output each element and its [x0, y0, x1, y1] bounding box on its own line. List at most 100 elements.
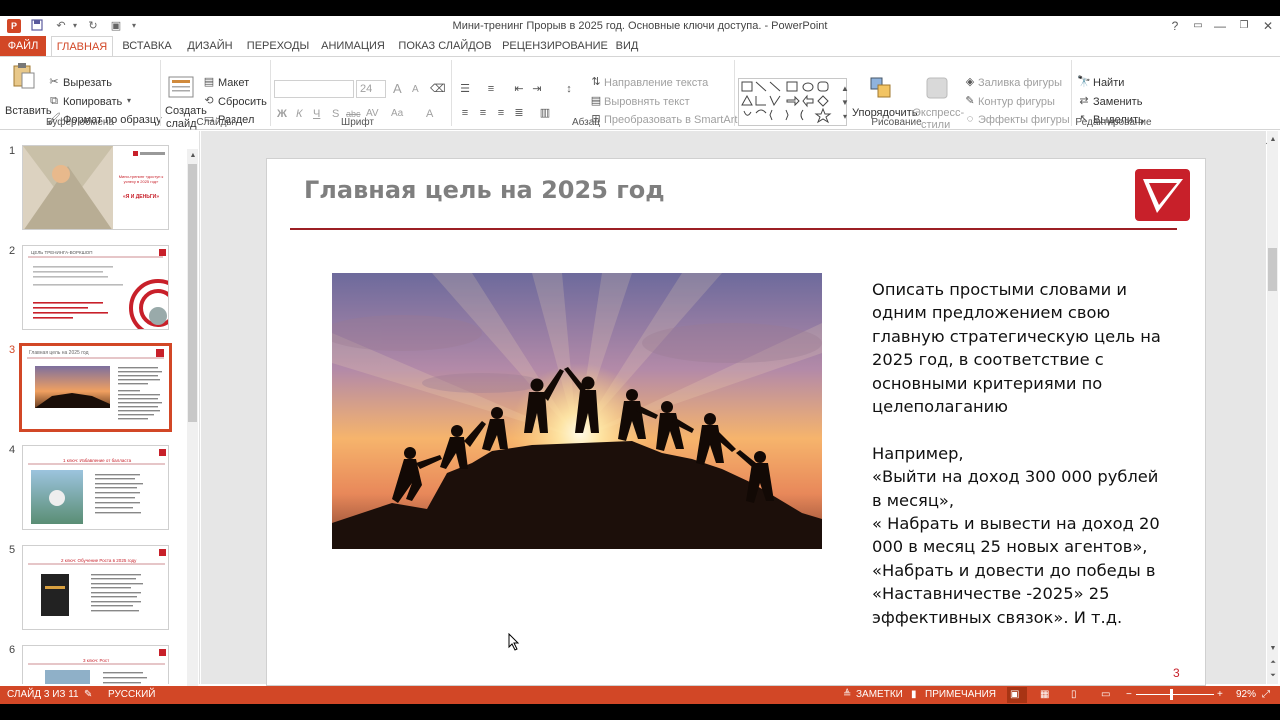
tab-design[interactable]: ДИЗАЙН — [182, 36, 238, 56]
zoom-in-icon[interactable]: + — [1217, 686, 1223, 704]
copy-dropdown-icon[interactable]: ▾ — [122, 94, 136, 108]
zoom-level[interactable]: 92% — [1236, 686, 1256, 704]
slide-scroll-down-icon[interactable]: ▼ — [1266, 642, 1280, 656]
tab-home[interactable]: ГЛАВНАЯ — [51, 36, 113, 56]
find-icon: 🔭 — [1077, 76, 1091, 88]
thumb1-heading: Мини-тренинг «доступ к успеху в 2025 год… — [118, 174, 164, 184]
slide-sorter-icon[interactable]: ▦ — [1040, 686, 1049, 704]
tab-view[interactable]: ВИД — [613, 36, 641, 56]
clear-formatting-icon[interactable]: ⌫ — [430, 82, 446, 96]
decrease-indent-icon[interactable]: ⇤ — [512, 82, 526, 96]
replace-button[interactable]: Заменить — [1093, 94, 1142, 110]
start-slideshow-icon[interactable]: ▣ — [109, 19, 123, 33]
ribbon-display-options-icon[interactable]: ▭ — [1186, 16, 1210, 36]
shrink-font-icon[interactable]: A — [412, 82, 419, 98]
slide-thumbnail-2[interactable]: ЦЕЛЬ ТРЕНИНГА-ВОРКШОП — [22, 245, 169, 330]
spellcheck-icon[interactable]: ✎ — [84, 686, 92, 704]
slide-scrollbar[interactable] — [1267, 131, 1278, 684]
language-indicator[interactable]: РУССКИЙ — [108, 686, 155, 704]
slide-thumbnail-5[interactable]: 2 ключ: Обучение Роста в 2025 году — [22, 545, 169, 630]
help-button[interactable]: ? — [1163, 16, 1187, 36]
numbering-icon[interactable]: ≡ — [484, 82, 498, 96]
line-spacing-icon[interactable]: ↕ — [562, 82, 576, 96]
tab-animation[interactable]: АНИМАЦИЯ — [317, 36, 389, 56]
thumb6-art — [28, 649, 166, 684]
zoom-slider-track[interactable] — [1136, 694, 1214, 695]
paste-icon[interactable] — [12, 62, 36, 90]
slide-thumbnail-6[interactable]: 3 ключ: Рост — [22, 645, 169, 684]
comments-icon: ▮ — [911, 689, 917, 700]
slide-scroll-up-icon[interactable]: ▲ — [1266, 133, 1280, 147]
text-direction-button[interactable]: Направление текста — [604, 75, 708, 91]
slide-thumbnail-4[interactable]: 1 ключ: Избавление от балласта — [22, 445, 169, 530]
thumbnails-scroll-up-icon[interactable]: ▲ — [186, 149, 200, 163]
slides-group-label: Слайды — [196, 117, 234, 128]
thumb-number: 6 — [9, 644, 16, 656]
slide-number: 3 — [1173, 666, 1180, 680]
tab-insert[interactable]: ВСТАВКА — [118, 36, 176, 56]
align-text-icon: ▤ — [590, 95, 602, 107]
undo-icon[interactable]: ↶ — [54, 19, 68, 33]
thumb1-caption: «Я И ДЕНЬГИ» — [122, 194, 160, 200]
shape-fill-button[interactable]: Заливка фигуры — [978, 75, 1062, 91]
gallery-scroll-up-icon[interactable]: ▲ — [838, 82, 852, 96]
comments-button[interactable]: ПРИМЕЧАНИЯ — [925, 686, 996, 704]
new-slide-icon[interactable] — [168, 76, 194, 98]
slide-scroll-thumb[interactable] — [1268, 248, 1277, 291]
tab-slideshow[interactable]: ПОКАЗ СЛАЙДОВ — [397, 36, 493, 56]
zoom-out-icon[interactable]: − — [1126, 686, 1132, 704]
font-family-field[interactable] — [274, 80, 354, 98]
find-button[interactable]: Найти — [1093, 75, 1124, 91]
reset-button[interactable]: Сбросить — [218, 94, 267, 110]
summit-silhouettes-image — [332, 273, 822, 549]
notes-button[interactable]: ЗАМЕТКИ — [856, 686, 903, 704]
previous-slide-icon[interactable]: ⏶ — [1266, 656, 1280, 670]
editing-group-label: Редактирование — [1075, 117, 1152, 128]
slide-body-text[interactable]: Описать простыми словами и одним предлож… — [872, 278, 1172, 629]
cut-button[interactable]: Вырезать — [63, 75, 112, 91]
thumbnails-scroll-thumb[interactable] — [188, 164, 197, 422]
undo-dropdown-icon[interactable]: ▾ — [68, 19, 82, 33]
copy-button[interactable]: Копировать — [63, 94, 122, 110]
arrange-icon[interactable] — [869, 76, 893, 100]
status-bar — [0, 686, 1280, 704]
zoom-slider-thumb[interactable] — [1170, 689, 1173, 700]
teamwork-photo[interactable] — [332, 273, 822, 549]
powerpoint-logo-icon[interactable]: P — [7, 19, 21, 33]
slide-title[interactable]: Главная цель на 2025 год — [304, 176, 665, 204]
increase-indent-icon[interactable]: ⇥ — [530, 82, 544, 96]
thumb5-art — [28, 549, 166, 616]
align-text-button[interactable]: Выровнять текст — [604, 94, 690, 110]
font-size-field[interactable]: 24 — [356, 80, 386, 98]
layout-icon: ▤ — [203, 76, 215, 88]
grow-font-icon[interactable]: A — [393, 81, 402, 97]
reset-icon: ⟲ — [204, 95, 214, 107]
close-icon[interactable]: ✕ — [1256, 16, 1280, 36]
minimize-icon[interactable]: — — [1208, 16, 1232, 36]
fit-to-window-icon[interactable]: ⤢ — [1262, 686, 1270, 704]
gallery-scroll-down-icon[interactable]: ▼ — [838, 96, 852, 110]
tab-review[interactable]: РЕЦЕНЗИРОВАНИЕ — [500, 36, 610, 56]
thumb-number-active: 3 — [9, 344, 16, 356]
customize-toolbar-icon[interactable]: ▾ — [127, 19, 141, 33]
next-slide-icon[interactable]: ⏷ — [1266, 669, 1280, 683]
layout-button[interactable]: Макет — [218, 75, 249, 91]
shape-outline-button[interactable]: Контур фигуры — [978, 94, 1055, 110]
restore-icon[interactable]: ❐ — [1232, 16, 1256, 36]
reading-view-icon[interactable]: ▯ — [1071, 686, 1077, 704]
redo-icon[interactable]: ↻ — [86, 19, 100, 33]
thumb-number: 5 — [9, 544, 16, 556]
save-icon[interactable] — [30, 19, 44, 33]
thumb2-art — [28, 249, 168, 329]
bullets-icon[interactable]: ☰ — [458, 82, 472, 96]
notes-icon: ≜ — [843, 689, 852, 700]
slide-thumbnail-1[interactable]: Мини-тренинг «доступ к успеху в 2025 год… — [22, 145, 169, 230]
slideshow-view-icon[interactable]: ▭ — [1101, 686, 1110, 704]
window-title: Мини-тренинг Прорыв в 2025 год. Основные… — [452, 20, 828, 32]
quick-styles-icon[interactable] — [925, 76, 949, 100]
tab-transitions[interactable]: ПЕРЕХОДЫ — [245, 36, 311, 56]
slide-thumbnail-3[interactable]: Главная цель на 2025 год — [19, 343, 172, 432]
replace-icon: ⇄ — [1079, 95, 1089, 107]
thumb-number: 2 — [9, 245, 16, 257]
tab-file[interactable]: ФАЙЛ — [0, 36, 46, 56]
